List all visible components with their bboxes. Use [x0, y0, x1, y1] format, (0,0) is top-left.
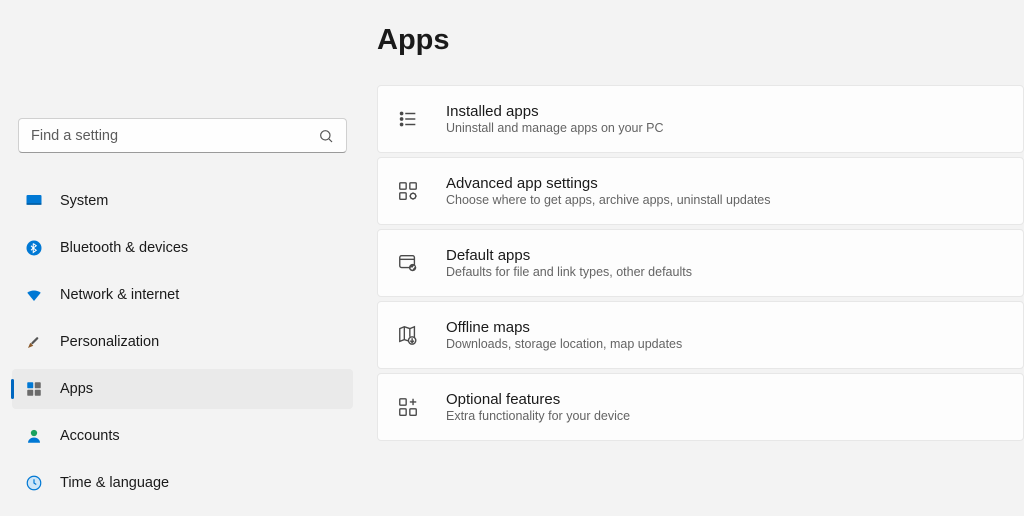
card-title: Advanced app settings	[446, 175, 771, 192]
sidebar-nav: System Bluetooth & devices Network & int…	[12, 181, 353, 510]
grid-gear-icon	[396, 179, 420, 203]
sidebar-item-label: Apps	[60, 381, 93, 397]
sidebar-item-label: Personalization	[60, 334, 159, 350]
sidebar-item-bluetooth[interactable]: Bluetooth & devices	[12, 228, 353, 268]
card-optional-features[interactable]: Optional features Extra functionality fo…	[377, 373, 1024, 441]
sidebar-item-accounts[interactable]: Accounts	[12, 416, 353, 456]
card-title: Offline maps	[446, 319, 682, 336]
card-desc: Downloads, storage location, map updates	[446, 337, 682, 351]
list-icon	[396, 107, 420, 131]
sidebar-item-system[interactable]: System	[12, 181, 353, 221]
map-download-icon	[396, 323, 420, 347]
sidebar-item-label: System	[60, 193, 108, 209]
card-text: Installed apps Uninstall and manage apps…	[446, 103, 664, 135]
card-text: Optional features Extra functionality fo…	[446, 391, 630, 423]
window-check-icon	[396, 251, 420, 275]
apps-icon	[24, 379, 44, 399]
search-input[interactable]	[31, 128, 318, 144]
card-text: Advanced app settings Choose where to ge…	[446, 175, 771, 207]
card-default-apps[interactable]: Default apps Defaults for file and link …	[377, 229, 1024, 297]
card-text: Offline maps Downloads, storage location…	[446, 319, 682, 351]
card-text: Default apps Defaults for file and link …	[446, 247, 692, 279]
page-title: Apps	[377, 24, 1024, 57]
sidebar-item-apps[interactable]: Apps	[12, 369, 353, 409]
card-desc: Defaults for file and link types, other …	[446, 265, 692, 279]
clock-globe-icon	[24, 473, 44, 493]
settings-cards: Installed apps Uninstall and manage apps…	[377, 85, 1024, 441]
search-box[interactable]	[18, 118, 347, 153]
bluetooth-icon	[24, 238, 44, 258]
card-title: Installed apps	[446, 103, 664, 120]
card-desc: Extra functionality for your device	[446, 409, 630, 423]
card-advanced-app-settings[interactable]: Advanced app settings Choose where to ge…	[377, 157, 1024, 225]
main-panel: Apps Installed apps Uninstall and manage…	[365, 0, 1024, 516]
person-icon	[24, 426, 44, 446]
paintbrush-icon	[24, 332, 44, 352]
search-wrap	[12, 0, 353, 153]
sidebar-item-label: Accounts	[60, 428, 120, 444]
sidebar-item-personalization[interactable]: Personalization	[12, 322, 353, 362]
card-title: Optional features	[446, 391, 630, 408]
sidebar: System Bluetooth & devices Network & int…	[0, 0, 365, 516]
sidebar-item-time[interactable]: Time & language	[12, 463, 353, 503]
sidebar-item-label: Bluetooth & devices	[60, 240, 188, 256]
grid-plus-icon	[396, 395, 420, 419]
monitor-icon	[24, 191, 44, 211]
wifi-icon	[24, 285, 44, 305]
sidebar-item-network[interactable]: Network & internet	[12, 275, 353, 315]
card-offline-maps[interactable]: Offline maps Downloads, storage location…	[377, 301, 1024, 369]
card-installed-apps[interactable]: Installed apps Uninstall and manage apps…	[377, 85, 1024, 153]
card-desc: Choose where to get apps, archive apps, …	[446, 193, 771, 207]
card-title: Default apps	[446, 247, 692, 264]
card-desc: Uninstall and manage apps on your PC	[446, 121, 664, 135]
sidebar-item-label: Network & internet	[60, 287, 179, 303]
search-icon	[318, 128, 334, 144]
sidebar-item-label: Time & language	[60, 475, 169, 491]
